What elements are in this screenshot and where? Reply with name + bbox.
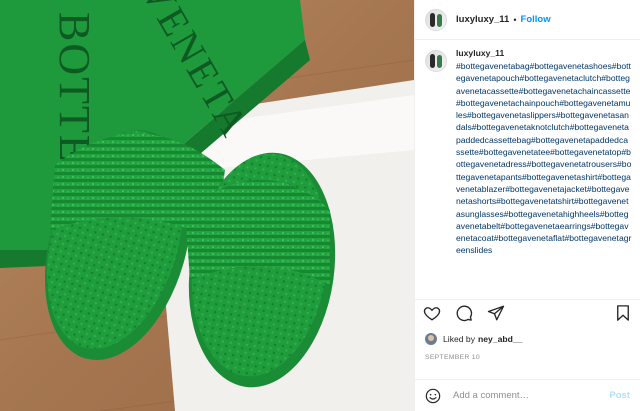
post-image[interactable]: BOTTEGA VENETA — [0, 0, 414, 411]
follow-button[interactable]: Follow — [521, 14, 551, 25]
liker-avatar[interactable] — [425, 333, 437, 345]
comment-icon[interactable] — [455, 304, 473, 322]
divider — [415, 299, 640, 300]
share-icon[interactable] — [487, 304, 505, 322]
comment-bar: Post — [415, 379, 640, 411]
post-comment-button[interactable]: Post — [609, 390, 630, 401]
caption-body: luxyluxy_11 #bottegavenetabag#bottegaven… — [456, 48, 632, 296]
liked-by-prefix: Liked by — [443, 334, 476, 344]
comment-input[interactable] — [453, 390, 610, 401]
post-date[interactable]: SEPTEMBER 10 — [425, 354, 480, 361]
emoji-icon[interactable] — [425, 388, 441, 404]
post-header: luxyluxy_11 • Follow — [415, 0, 640, 40]
bookmark-icon[interactable] — [614, 304, 632, 322]
caption-username[interactable]: luxyluxy_11 — [456, 48, 632, 59]
caption-avatar[interactable] — [425, 50, 447, 72]
author-username[interactable]: luxyluxy_11 — [456, 14, 509, 25]
heart-icon[interactable] — [423, 304, 441, 322]
author-avatar[interactable] — [425, 8, 447, 31]
liked-by-user[interactable]: ney_abd__ — [478, 334, 522, 344]
post-caption: luxyluxy_11 #bottegavenetabag#bottegaven… — [425, 48, 632, 296]
action-bar — [423, 304, 632, 322]
likes-summary: Liked by ney_abd__ — [425, 333, 522, 345]
caption-hashtags[interactable]: #bottegavenetabag#bottegavenetashoes#bot… — [456, 61, 631, 255]
separator-dot: • — [513, 14, 517, 25]
post-sidebar: luxyluxy_11 • Follow luxyluxy_11 #botteg… — [414, 0, 640, 411]
